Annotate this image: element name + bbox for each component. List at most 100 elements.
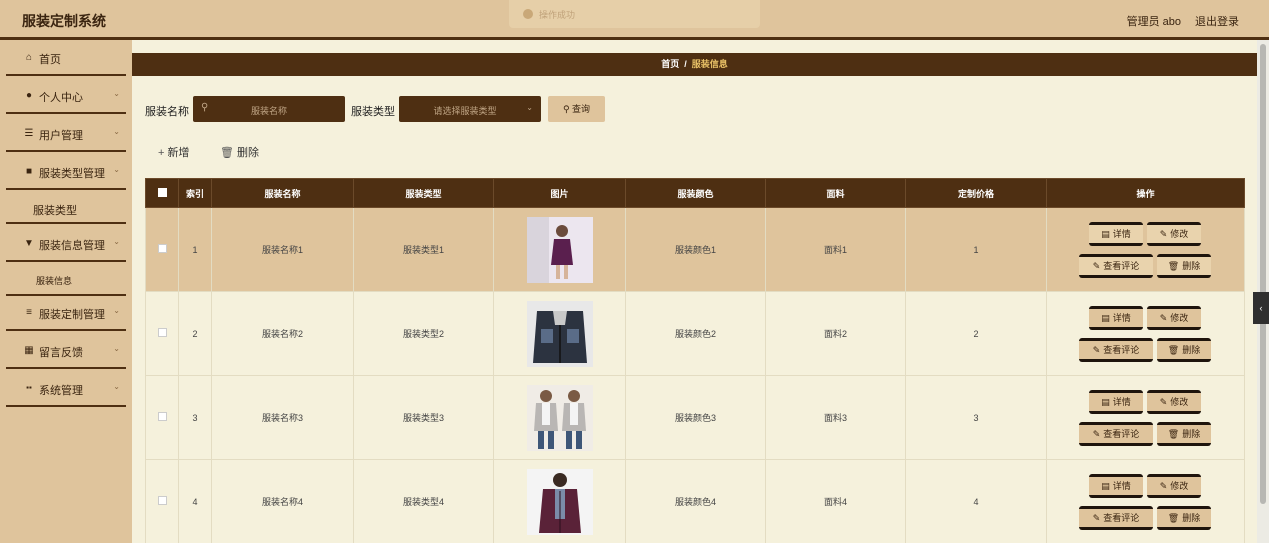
sidebar-item-label: 首页 — [39, 54, 61, 66]
sidebar-subitem-label: 服装类型 — [33, 205, 77, 217]
delete-button[interactable]: 🗑 删除 — [1157, 253, 1211, 278]
delete-button[interactable]: 🗑 删除 — [1157, 337, 1211, 362]
sidebar-item-clothing-type-management[interactable]: ■ 服装类型管理 ⌄ — [6, 154, 126, 190]
sidebar-item-user-management[interactable]: ☰ 用户管理 ⌄ — [6, 116, 126, 152]
chevron-left-icon[interactable]: ‹ — [1253, 292, 1269, 324]
trash-icon: 🗑 — [220, 147, 234, 159]
success-toast: 操作成功 — [509, 0, 760, 28]
app-title: 服装定制系统 — [22, 13, 106, 29]
delete-label: 删除 — [1182, 428, 1201, 439]
delete-button[interactable]: 🗑 删除 — [1157, 505, 1211, 530]
breadcrumb-home[interactable]: 首页 — [661, 59, 679, 69]
detail-button[interactable]: ▤ 详情 — [1089, 389, 1143, 414]
index-cell: 2 — [178, 291, 212, 376]
type-select-placeholder: 请选择服装类型 — [433, 106, 497, 116]
view-comments-label: 查看评论 — [1103, 428, 1140, 439]
edit-icon: ✎ — [1092, 260, 1101, 271]
fabric-cell: 面料2 — [765, 291, 906, 376]
batch-delete-button[interactable]: 🗑 删除 — [220, 144, 259, 160]
table-row: 4 服装名称4 服装类型4 服装颜色4 面料4 4 ▤ 详情 ✎ 修改 ✎ 查看评论 — [145, 459, 1245, 543]
chevron-down-icon: ⌄ — [113, 382, 120, 391]
sliders-icon: ☰ — [24, 128, 34, 139]
delete-label: 删除 — [1182, 512, 1201, 523]
clothing-table: 索引 服装名称 服装类型 图片 服装颜色 面料 定制价格 操作 1 服装名称1 … — [145, 178, 1245, 543]
sidebar-item-feedback[interactable]: ▦ 留言反馈 ⌄ — [6, 333, 126, 369]
detail-label: 详情 — [1112, 312, 1131, 323]
detail-button[interactable]: ▤ 详情 — [1089, 473, 1143, 498]
sidebar-item-label: 系统管理 — [39, 385, 83, 397]
operations-cell: ▤ 详情 ✎ 修改 ✎ 查看评论 🗑 删除 — [1046, 375, 1245, 460]
breadcrumb-current: 服装信息 — [691, 59, 728, 69]
sidebar-item-label: 留言反馈 — [39, 347, 83, 359]
current-user-label: 管理员 abo — [1126, 16, 1181, 28]
clothing-image[interactable] — [526, 300, 593, 367]
image-cell — [493, 375, 626, 460]
sidebar-item-label: 服装信息管理 — [39, 240, 105, 252]
briefcase-icon: ■ — [25, 166, 33, 177]
delete-button[interactable]: 🗑 删除 — [1157, 421, 1211, 446]
sidebar-item-customization-management[interactable]: ≡ 服装定制管理 ⌄ — [6, 295, 126, 331]
clothing-image[interactable] — [526, 468, 593, 535]
name-search-label: 服装名称 — [145, 106, 189, 118]
select-all-cell — [145, 178, 179, 208]
name-cell: 服装名称4 — [211, 459, 354, 543]
type-select[interactable]: 请选择服装类型 ⌄ — [399, 96, 541, 122]
edit-icon: ✎ — [1159, 480, 1168, 491]
delete-label: 删除 — [1182, 344, 1201, 355]
document-icon: ▤ — [1101, 396, 1110, 407]
clothing-image[interactable] — [526, 216, 593, 283]
fabric-cell: 面料1 — [765, 207, 906, 292]
type-cell: 服装类型1 — [353, 207, 494, 292]
row-select-cell — [145, 291, 179, 376]
row-checkbox[interactable] — [157, 328, 167, 337]
view-comments-label: 查看评论 — [1103, 512, 1140, 523]
index-cell: 4 — [178, 459, 212, 543]
view-comments-label: 查看评论 — [1103, 260, 1140, 271]
operations-cell: ▤ 详情 ✎ 修改 ✎ 查看评论 🗑 删除 — [1046, 459, 1245, 543]
grid-icon: ▦ — [24, 345, 34, 356]
view-comments-button[interactable]: ✎ 查看评论 — [1079, 337, 1153, 362]
detail-button[interactable]: ▤ 详情 — [1089, 305, 1143, 330]
sidebar-item-label: 服装类型管理 — [39, 168, 105, 180]
add-button-label: 新增 — [167, 147, 190, 159]
sidebar-subitem-clothing-info[interactable]: 服装信息 — [6, 264, 126, 296]
row-checkbox[interactable] — [157, 496, 167, 505]
view-comments-button[interactable]: ✎ 查看评论 — [1079, 505, 1153, 530]
trash-icon: 🗑 — [1167, 428, 1180, 439]
sidebar-item-clothing-info-management[interactable]: ▼ 服装信息管理 ⌄ — [6, 226, 126, 262]
table-row: 3 服装名称3 服装类型3 服装颜色3 面料3 3 ▤ 详情 ✎ 修改 ✎ 查看评论 — [145, 375, 1245, 460]
clothing-image[interactable] — [526, 384, 593, 451]
row-checkbox[interactable] — [157, 244, 167, 253]
operations-cell: ▤ 详情 ✎ 修改 ✎ 查看评论 🗑 删除 — [1046, 291, 1245, 376]
add-button[interactable]: + 新增 — [158, 144, 189, 160]
column-header: 索引 — [178, 178, 212, 208]
select-all-checkbox[interactable] — [157, 187, 167, 197]
logout-link[interactable]: 退出登录 — [1195, 13, 1239, 29]
edit-button[interactable]: ✎ 修改 — [1147, 305, 1201, 330]
edit-button[interactable]: ✎ 修改 — [1147, 221, 1201, 246]
query-button[interactable]: ⚲ 查询 — [548, 96, 605, 122]
sidebar-subitem-label: 服装信息 — [36, 276, 73, 286]
check-circle-icon — [523, 9, 533, 19]
color-cell: 服装颜色2 — [625, 291, 766, 376]
view-comments-button[interactable]: ✎ 查看评论 — [1079, 421, 1153, 446]
edit-label: 修改 — [1170, 228, 1189, 239]
fabric-cell: 面料4 — [765, 459, 906, 543]
sidebar-item-personal-center[interactable]: ● 个人中心 ⌄ — [6, 78, 126, 114]
sidebar-item-home[interactable]: ⌂ 首页 — [6, 40, 126, 76]
row-checkbox[interactable] — [157, 412, 167, 421]
vertical-scrollbar-thumb[interactable] — [1260, 44, 1266, 504]
view-comments-button[interactable]: ✎ 查看评论 — [1079, 253, 1153, 278]
column-header: 定制价格 — [905, 178, 1047, 208]
edit-button[interactable]: ✎ 修改 — [1147, 473, 1201, 498]
sidebar-subitem-clothing-type[interactable]: 服装类型 — [6, 192, 126, 224]
name-search-input[interactable]: ⚲ 服装名称 — [193, 96, 345, 122]
edit-button[interactable]: ✎ 修改 — [1147, 389, 1201, 414]
chevron-down-icon: ⌄ — [113, 344, 120, 353]
image-cell — [493, 291, 626, 376]
batch-delete-label: 删除 — [236, 147, 259, 159]
row-select-cell — [145, 375, 179, 460]
table-row: 1 服装名称1 服装类型1 服装颜色1 面料1 1 ▤ 详情 ✎ 修改 ✎ 查看评论 — [145, 207, 1245, 292]
detail-button[interactable]: ▤ 详情 — [1089, 221, 1143, 246]
sidebar-item-system-management[interactable]: ▪▪ 系统管理 ⌄ — [6, 371, 126, 407]
